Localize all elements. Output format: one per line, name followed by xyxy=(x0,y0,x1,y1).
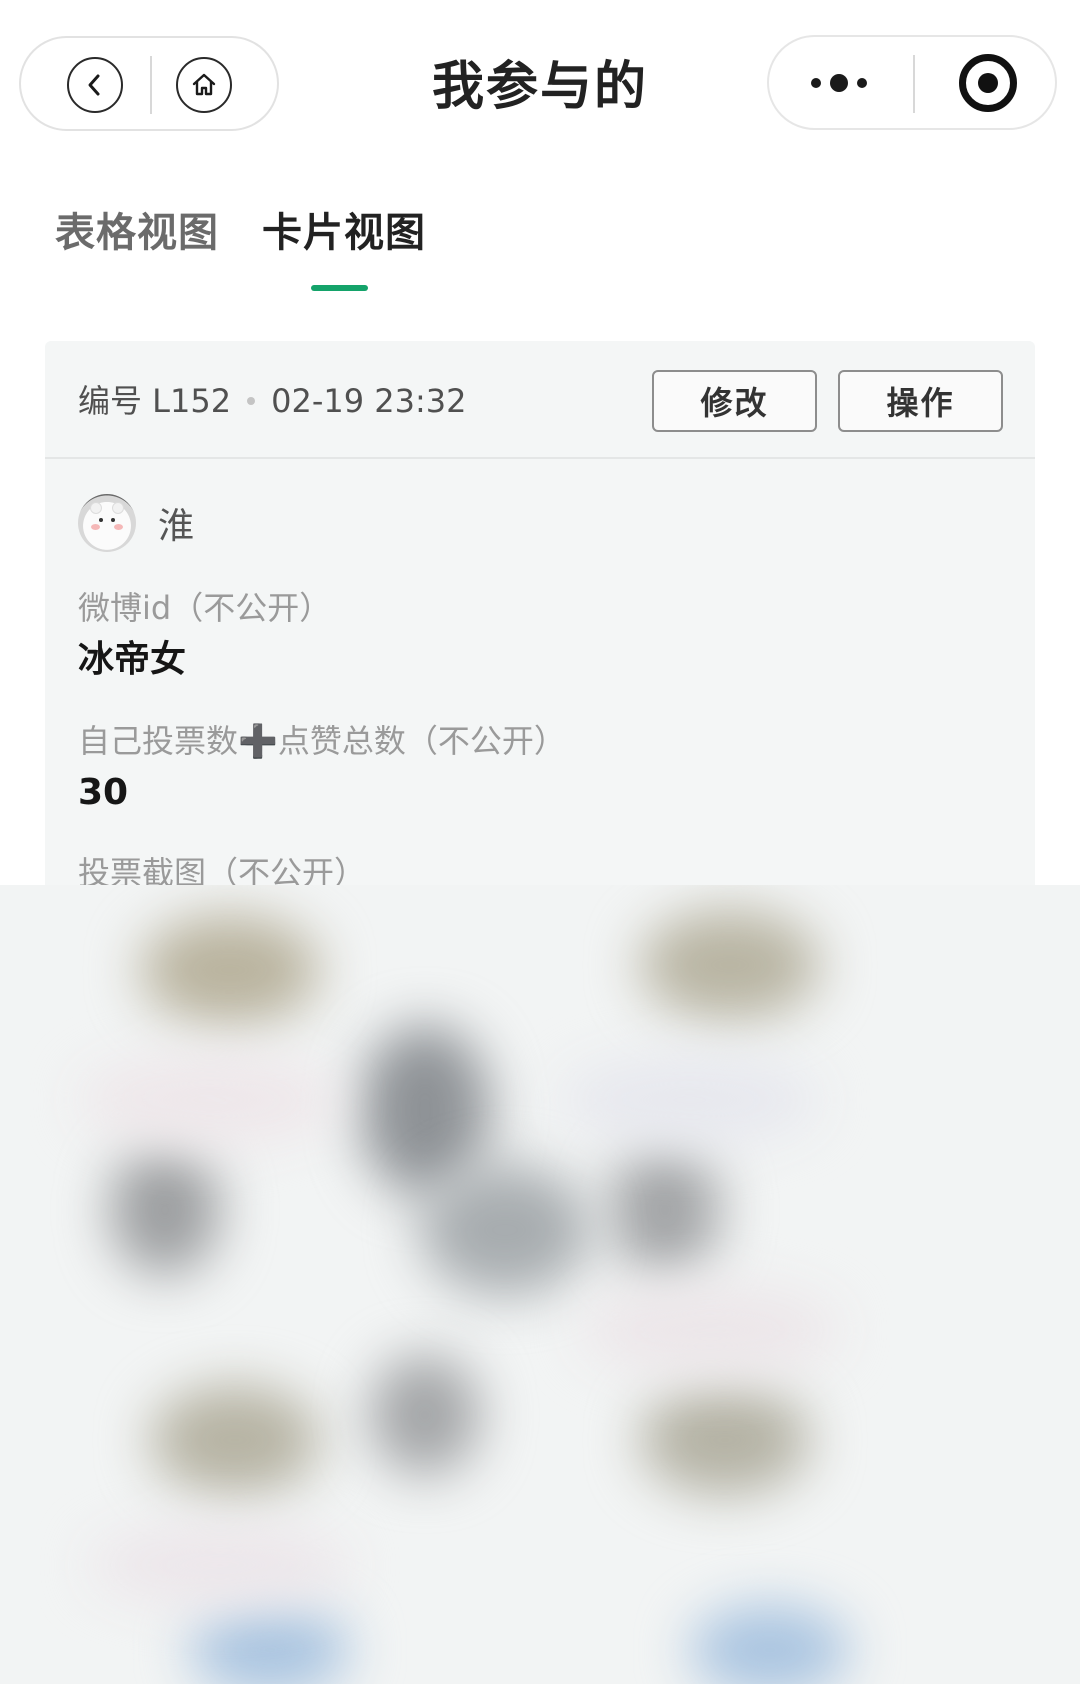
blur-blob xyxy=(80,1055,340,1145)
chevron-left-icon xyxy=(88,74,100,96)
capsule-divider xyxy=(150,56,152,114)
blur-blob xyxy=(580,1285,840,1375)
home-icon xyxy=(192,73,216,96)
avatar-ear-right xyxy=(112,502,124,514)
blur-blob xyxy=(90,1525,350,1605)
action-button[interactable]: 操作 xyxy=(838,370,1003,432)
card-user: 淮 xyxy=(78,493,194,553)
avatar-cheek-right xyxy=(114,524,123,530)
tab-table-view[interactable]: 表格视图 xyxy=(55,205,219,261)
blur-blob xyxy=(110,1145,220,1275)
meta-separator xyxy=(247,397,256,405)
tab-card-view[interactable]: 卡片视图 xyxy=(262,205,426,261)
close-miniapp-button[interactable] xyxy=(959,54,1017,112)
blur-blob xyxy=(690,1605,850,1684)
blur-blob xyxy=(150,1385,320,1495)
avatar-eye-right xyxy=(111,518,115,522)
blur-blob xyxy=(640,1385,810,1495)
more-dot-center xyxy=(830,74,848,92)
active-tab-indicator xyxy=(311,285,368,291)
blur-blob xyxy=(610,1145,720,1275)
blur-blob xyxy=(560,1055,820,1145)
record-timestamp: 02-19 23:32 xyxy=(271,382,467,420)
card-meta: 编号 L152 02-19 23:32 xyxy=(78,379,466,423)
blur-blob xyxy=(420,1165,590,1295)
avatar-ear-left xyxy=(90,502,102,514)
user-name: 淮 xyxy=(158,506,195,547)
back-button[interactable] xyxy=(67,57,123,113)
record-target-icon xyxy=(978,73,998,93)
top-bar: 我参与的 xyxy=(0,0,1080,170)
blur-blob xyxy=(640,910,820,1020)
card-header: 编号 L152 02-19 23:32 修改 操作 xyxy=(45,341,1035,459)
record-id: 编号 L152 xyxy=(78,382,232,420)
home-button[interactable] xyxy=(176,57,232,113)
blur-blob xyxy=(140,915,320,1025)
more-button[interactable] xyxy=(799,57,879,109)
blur-blob xyxy=(370,1355,480,1475)
edit-button[interactable]: 修改 xyxy=(652,370,817,432)
blur-blob xyxy=(190,1605,350,1684)
more-dot-right xyxy=(857,78,867,88)
view-tabs: 表格视图 卡片视图 xyxy=(55,205,655,295)
field-label-weibo-id: 微博id（不公开） xyxy=(78,589,332,627)
capsule-divider xyxy=(913,55,915,113)
more-dots-icon xyxy=(811,78,821,88)
vote-screenshot-image[interactable] xyxy=(0,885,1080,1684)
avatar-cheek-left xyxy=(91,524,100,530)
avatar-eye-left xyxy=(99,518,103,522)
field-label-vote-count: 自己投票数➕点赞总数（不公开） xyxy=(78,722,566,760)
nav-capsule xyxy=(19,36,279,131)
field-value-weibo-id: 冰帝女 xyxy=(78,639,187,680)
bear-avatar xyxy=(78,494,136,552)
field-value-vote-count: 30 xyxy=(78,772,129,813)
menu-capsule xyxy=(767,35,1057,130)
page-title: 我参与的 xyxy=(431,57,648,117)
